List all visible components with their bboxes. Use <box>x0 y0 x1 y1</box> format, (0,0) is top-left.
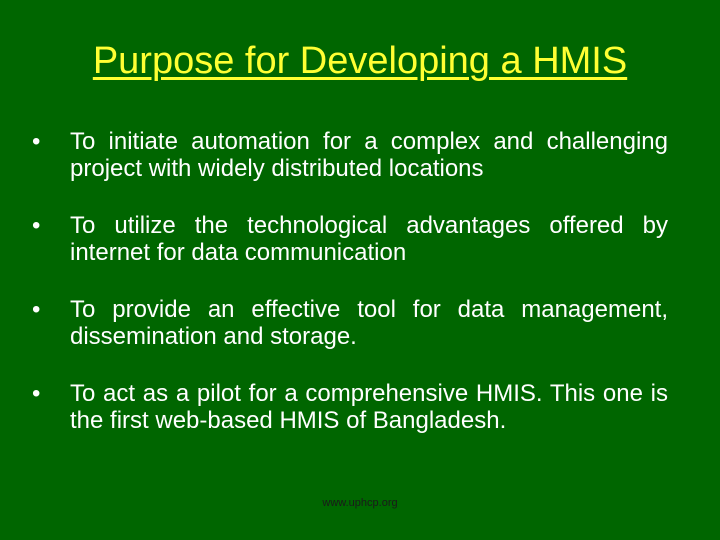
bullet-item: • To act as a pilot for a comprehensive … <box>30 380 668 434</box>
bullet-dot-icon: • <box>32 380 41 407</box>
bullet-list: • To initiate automation for a complex a… <box>30 128 668 464</box>
bullet-dot-icon: • <box>32 212 41 239</box>
bullet-text: To initiate automation for a complex and… <box>70 128 668 182</box>
bullet-text: To utilize the technological advantages … <box>70 212 668 266</box>
slide-title: Purpose for Developing a HMIS <box>0 38 720 84</box>
bullet-item: • To provide an effective tool for data … <box>30 296 668 350</box>
footer-url: www.uphcp.org <box>322 497 398 509</box>
bullet-text: To act as a pilot for a comprehensive HM… <box>70 380 668 434</box>
bullet-dot-icon: • <box>32 128 41 155</box>
bullet-item: • To utilize the technological advantage… <box>30 212 668 266</box>
bullet-text: To provide an effective tool for data ma… <box>70 296 668 350</box>
bullet-item: • To initiate automation for a complex a… <box>30 128 668 182</box>
bullet-dot-icon: • <box>32 296 41 323</box>
slide-title-text: Purpose for Developing a HMIS <box>92 40 628 82</box>
